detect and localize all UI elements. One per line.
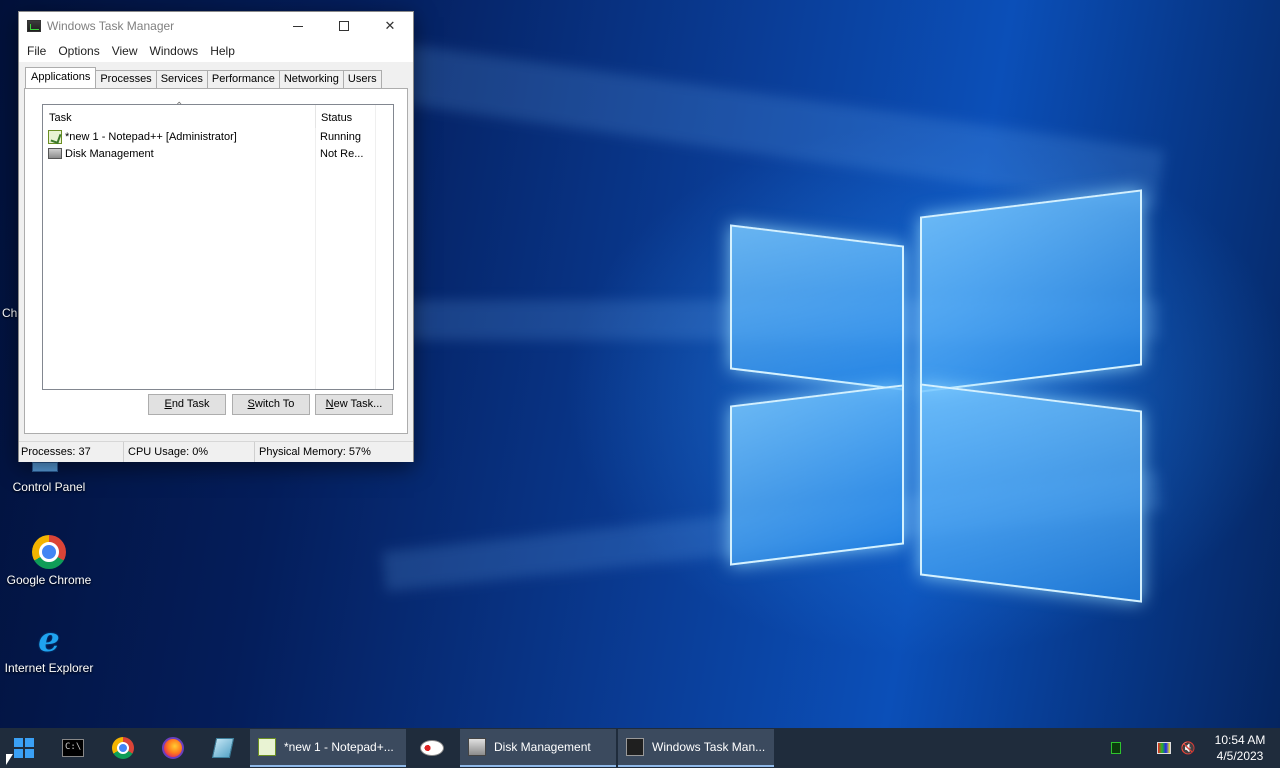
task-manager-icon <box>27 20 41 32</box>
notepad-icon <box>211 738 235 758</box>
status-physical-memory: Physical Memory: 57% <box>259 446 371 458</box>
close-icon: ✕ <box>384 18 396 33</box>
tray-task-manager-cpu[interactable] <box>1104 728 1128 768</box>
column-header-status[interactable]: Status <box>315 105 375 128</box>
taskbar-task-label: Windows Task Man... <box>652 740 766 754</box>
taskbar[interactable]: C:\ *new 1 - Notepad+... Disk Management… <box>0 728 1280 768</box>
tab-processes[interactable]: Processes <box>95 70 157 88</box>
end-task-button[interactable]: End Task <box>148 394 226 415</box>
window-title: Windows Task Manager <box>47 19 175 33</box>
menu-help[interactable]: Help <box>204 44 241 58</box>
task-name: *new 1 - Notepad++ [Administrator] <box>65 130 237 143</box>
internet-explorer-icon: e <box>38 620 60 660</box>
new-task-button[interactable]: New Task... <box>315 394 393 415</box>
taskbar-task-label: *new 1 - Notepad+... <box>284 740 394 754</box>
notepadpp-icon <box>48 129 62 144</box>
tab-users[interactable]: Users <box>342 70 382 88</box>
task-status: Running <box>320 130 361 143</box>
list-item[interactable]: *new 1 - Notepad++ [Administrator] Runni… <box>43 128 393 145</box>
desktop-icon-partial-label[interactable]: Ch <box>2 306 17 320</box>
maximize-icon <box>339 21 349 31</box>
taskbar-firefox[interactable] <box>148 728 198 768</box>
tray-volume[interactable]: 🔇 <box>1176 728 1200 768</box>
status-bar: Processes: 37 CPU Usage: 0% Physical Mem… <box>19 441 413 462</box>
applications-list[interactable]: ⌃ Task Status *new 1 - Notepad++ [Admini… <box>42 101 394 390</box>
status-processes: Processes: 37 <box>19 442 124 462</box>
display-color-icon <box>1157 742 1171 754</box>
menu-options[interactable]: Options <box>52 44 105 58</box>
maximize-button[interactable] <box>321 12 367 40</box>
notepadpp-icon <box>258 738 276 756</box>
desktop-icon-label: Internet Explorer <box>4 661 94 675</box>
list-header: ⌃ Task Status <box>43 101 393 128</box>
command-prompt-icon: C:\ <box>62 739 84 757</box>
taskbar-task-label: Disk Management <box>494 740 591 754</box>
menu-file[interactable]: File <box>21 44 52 58</box>
desktop-icon-label: Google Chrome <box>6 573 92 587</box>
disk-management-icon <box>468 738 486 756</box>
minimize-icon <box>293 25 303 27</box>
task-manager-icon <box>626 738 644 756</box>
clock-date: 4/5/2023 <box>1216 749 1264 763</box>
desktop-icon-control-panel[interactable]: Control Panel <box>0 462 98 494</box>
tray-display[interactable] <box>1152 728 1176 768</box>
cpu-meter-icon <box>1111 742 1121 754</box>
chrome-icon <box>32 535 66 569</box>
tab-performance[interactable]: Performance <box>206 70 280 88</box>
taskbar-notepad[interactable] <box>198 728 248 768</box>
column-divider <box>315 105 316 389</box>
windows-wallpaper-logo <box>728 183 1148 603</box>
taskbar-task-disk-management[interactable]: Disk Management <box>460 729 616 767</box>
mouse-cursor-icon <box>6 754 13 765</box>
switch-to-button[interactable]: Switch To <box>232 394 310 415</box>
disk-management-icon <box>48 148 62 159</box>
windows-start-icon <box>14 738 34 758</box>
taskbar-paint[interactable] <box>406 728 458 768</box>
paint-icon <box>420 740 444 756</box>
menu-windows[interactable]: Windows <box>144 44 205 58</box>
column-header-task[interactable]: ⌃ Task <box>43 101 315 128</box>
system-tray: 🔇 10:54 AM 4/5/2023 <box>1104 728 1280 768</box>
column-header-task-label: Task <box>49 112 72 124</box>
tab-services[interactable]: Services <box>155 70 208 88</box>
logo-pane <box>730 384 904 566</box>
column-divider <box>375 105 376 389</box>
task-status: Not Re... <box>320 147 364 160</box>
volume-muted-icon: 🔇 <box>1180 741 1196 755</box>
list-item[interactable]: Disk Management Not Re... <box>43 145 393 162</box>
applications-tab-page: ⌃ Task Status *new 1 - Notepad++ [Admini… <box>24 88 408 434</box>
logo-pane <box>920 189 1142 393</box>
title-bar[interactable]: Windows Task Manager ✕ <box>19 12 413 40</box>
menu-bar: File Options View Windows Help <box>19 40 413 62</box>
control-panel-icon <box>32 462 66 476</box>
status-cpu-usage: CPU Usage: 0% <box>124 442 255 462</box>
clock-time: 10:54 AM <box>1214 733 1266 747</box>
close-button[interactable]: ✕ <box>367 12 413 40</box>
menu-view[interactable]: View <box>106 44 144 58</box>
tab-strip: Applications Processes Services Performa… <box>25 67 382 88</box>
taskbar-chrome[interactable] <box>98 728 148 768</box>
logo-pane <box>920 383 1142 603</box>
logo-pane <box>730 224 904 391</box>
desktop-icon-google-chrome[interactable]: Google Chrome <box>0 535 98 587</box>
firefox-icon <box>162 737 184 759</box>
tab-networking[interactable]: Networking <box>278 70 344 88</box>
taskbar-task-task-manager[interactable]: Windows Task Man... <box>618 729 774 767</box>
taskbar-task-notepadpp[interactable]: *new 1 - Notepad+... <box>250 729 406 767</box>
sort-arrow-icon: ⌃ <box>175 101 184 112</box>
task-manager-window[interactable]: Windows Task Manager ✕ File Options View… <box>18 11 414 462</box>
chrome-icon <box>112 737 134 759</box>
task-name: Disk Management <box>65 147 154 160</box>
taskbar-clock[interactable]: 10:54 AM 4/5/2023 <box>1200 732 1280 764</box>
taskbar-command-prompt[interactable]: C:\ <box>48 728 98 768</box>
tab-applications[interactable]: Applications <box>25 67 97 88</box>
desktop-icon-internet-explorer[interactable]: e Internet Explorer <box>0 623 98 675</box>
minimize-button[interactable] <box>275 12 321 40</box>
desktop-icon-label: Control Panel <box>12 480 86 494</box>
